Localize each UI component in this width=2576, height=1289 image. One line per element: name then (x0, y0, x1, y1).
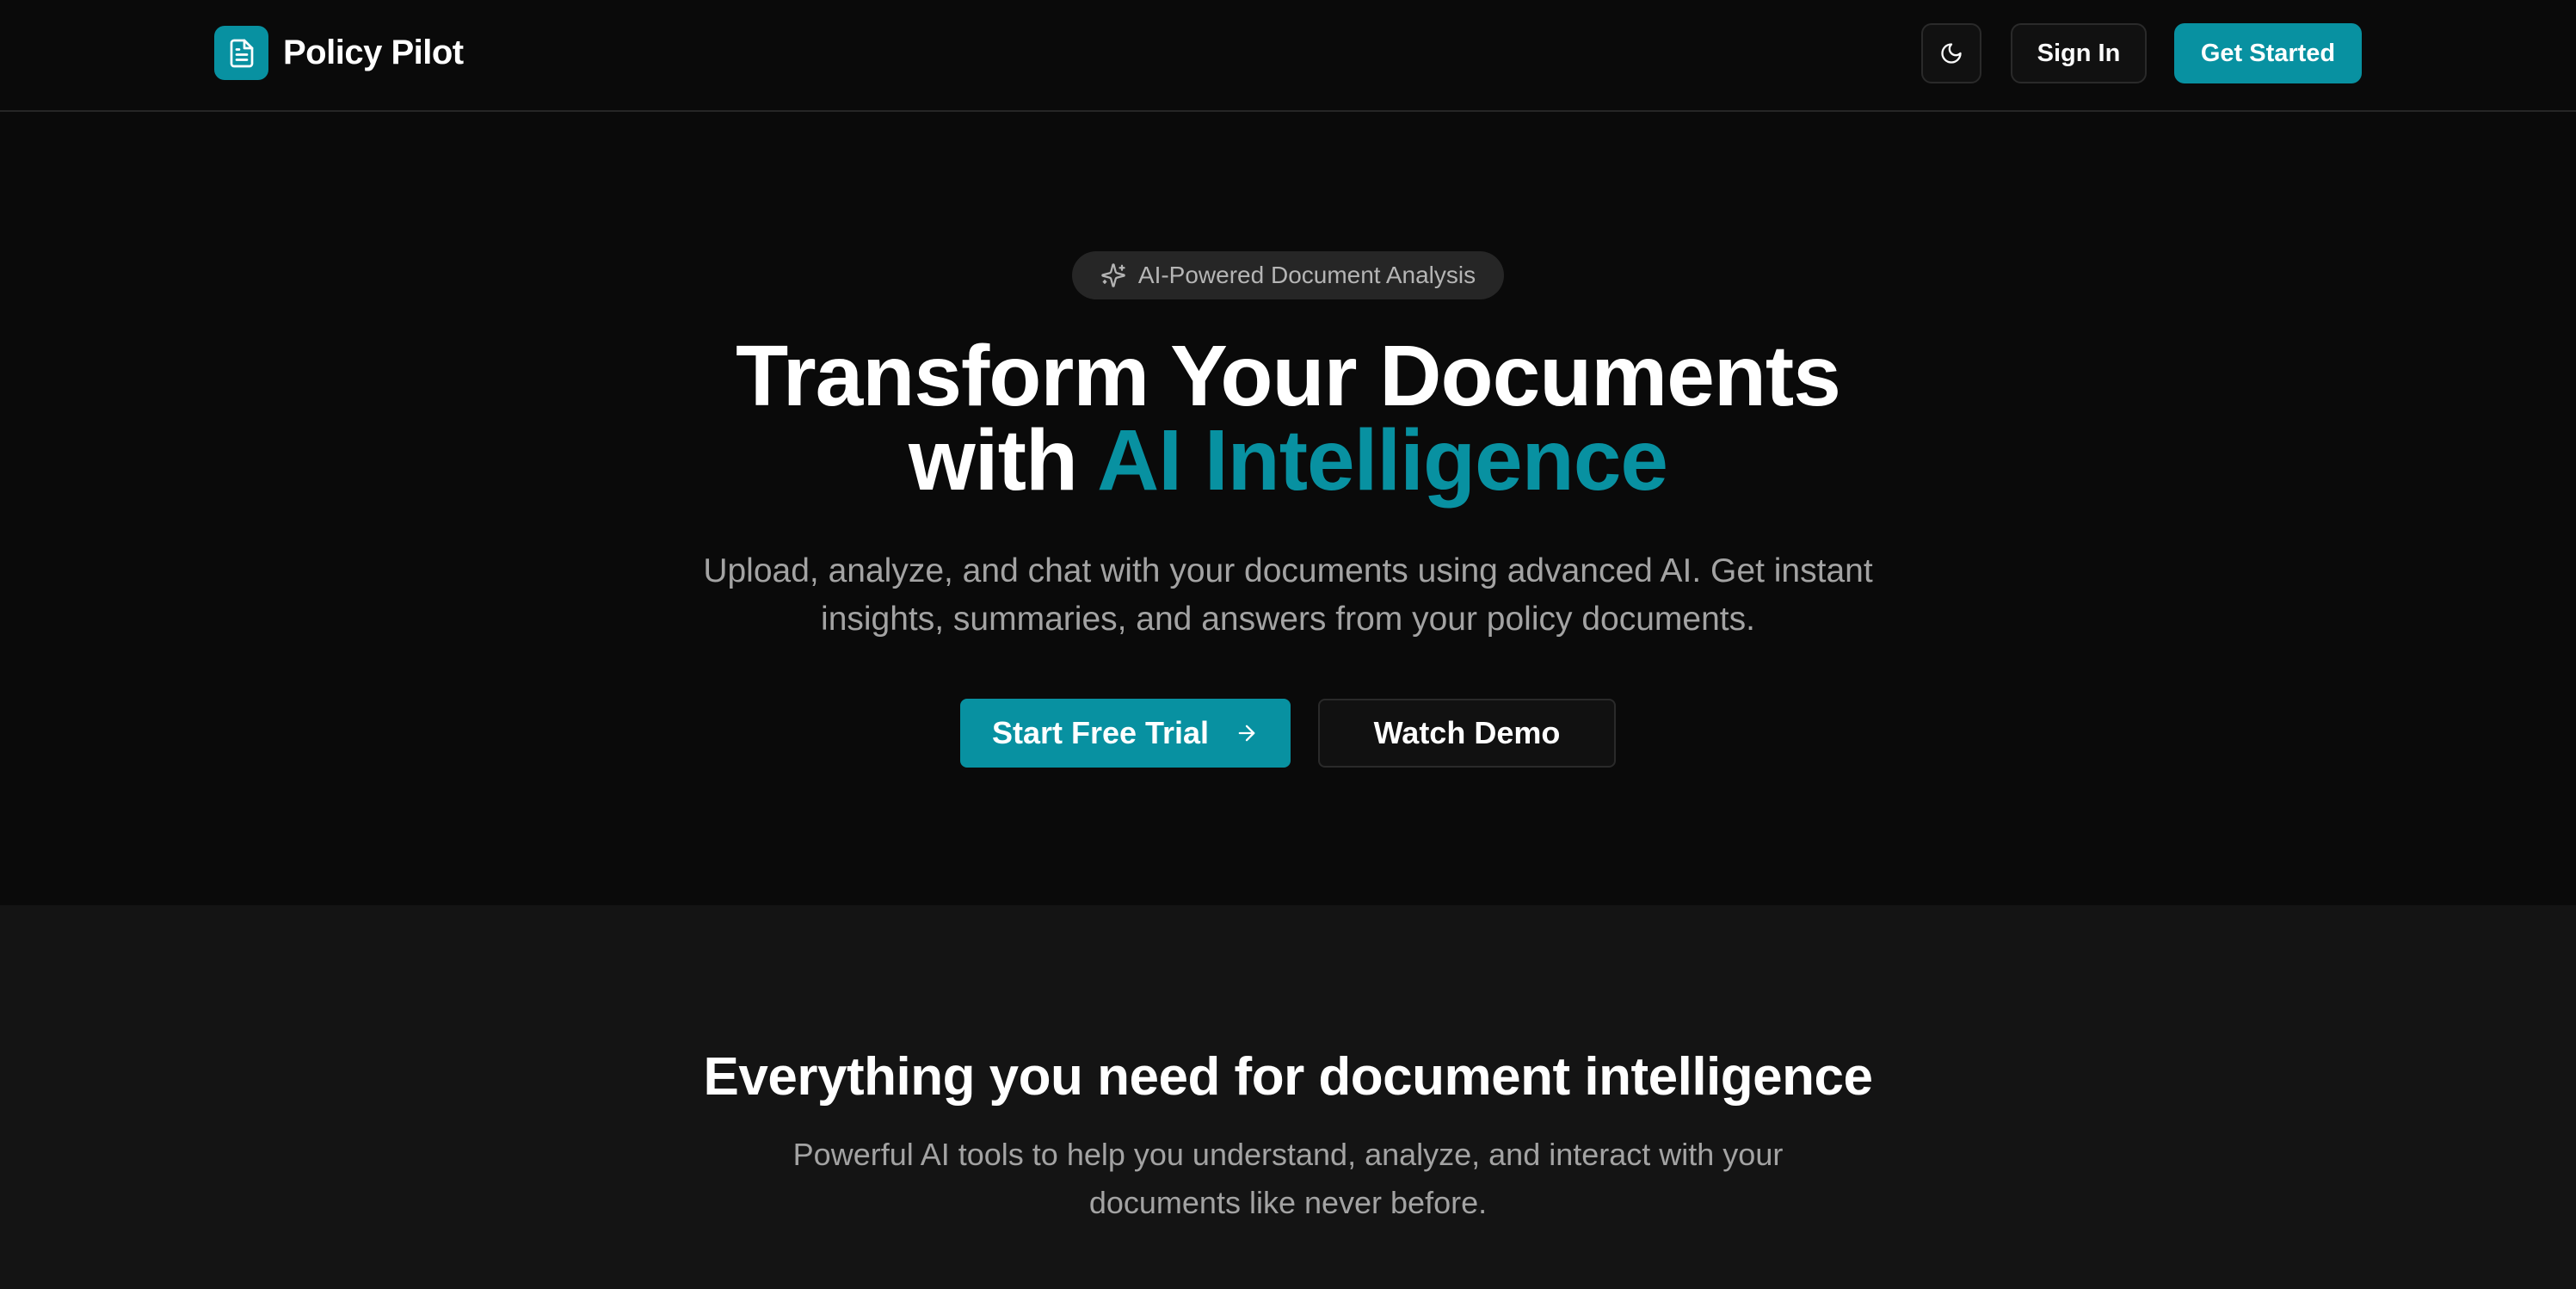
hero-title-line2-plain: with (909, 412, 1098, 509)
moon-icon (1939, 41, 1963, 65)
hero-section: AI-Powered Document Analysis Transform Y… (0, 112, 2576, 905)
features-section: Everything you need for document intelli… (0, 905, 2576, 1289)
get-started-button[interactable]: Get Started (2174, 23, 2362, 83)
features-subtitle: Powerful AI tools to help you understand… (792, 1137, 1784, 1220)
document-icon (214, 26, 268, 80)
hero-title: Transform Your Documents with AI Intelli… (0, 333, 2576, 503)
hero-badge-text: AI-Powered Document Analysis (1137, 262, 1476, 288)
brand[interactable]: Policy Pilot (214, 26, 464, 80)
sparkles-icon (1100, 262, 1126, 288)
hero-badge: AI-Powered Document Analysis (1072, 251, 1504, 299)
top-navbar: Policy Pilot Sign In Get Started (0, 0, 2576, 112)
start-free-trial-button[interactable]: Start Free Trial (960, 699, 1291, 768)
start-free-trial-label: Start Free Trial (991, 715, 1210, 750)
theme-toggle-button[interactable] (1921, 23, 1981, 83)
brand-name: Policy Pilot (283, 34, 464, 71)
arrow-right-icon (1235, 721, 1259, 745)
hero-title-accent: AI Intelligence (1097, 412, 1668, 509)
features-title: Everything you need for document intelli… (703, 1047, 1873, 1107)
hero-subtitle: Upload, analyze, and chat with your docu… (703, 552, 1873, 638)
watch-demo-button[interactable]: Watch Demo (1318, 699, 1616, 768)
sign-in-button[interactable]: Sign In (2011, 23, 2147, 83)
hero-title-line1: Transform Your Documents (736, 328, 1841, 424)
